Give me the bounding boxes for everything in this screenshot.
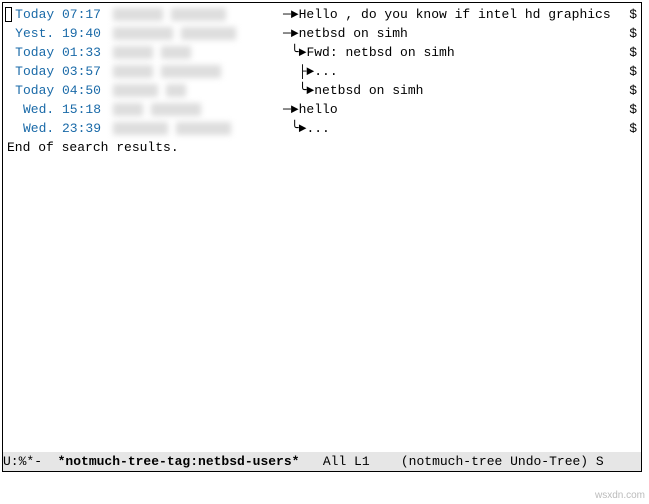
overflow-indicator: $ <box>629 62 637 81</box>
message-row[interactable]: Wed. 15:18 ─► hello $ <box>3 100 641 119</box>
author <box>113 119 283 138</box>
overflow-indicator: $ <box>629 43 637 62</box>
datetime: Yest. 19:40 <box>3 24 113 43</box>
thread-tree: ├► <box>283 62 314 81</box>
subject: ... <box>306 119 641 138</box>
overflow-indicator: $ <box>629 81 637 100</box>
author <box>113 81 283 100</box>
subject: Fwd: netbsd on simh <box>306 43 641 62</box>
message-row[interactable]: Today 04:50 ╰► netbsd on simh $ <box>3 81 641 100</box>
modeline-position: All L1 <box>299 454 400 469</box>
thread-tree: ─► <box>283 5 299 24</box>
point-cursor <box>5 7 12 22</box>
mode-line[interactable]: U:%*- *notmuch-tree-tag:netbsd-users* Al… <box>3 452 641 471</box>
datetime: Today 04:50 <box>3 81 113 100</box>
watermark: wsxdn.com <box>595 490 645 501</box>
overflow-indicator: $ <box>629 100 637 119</box>
message-row[interactable]: Yest. 19:40 ─► netbsd on simh $ <box>3 24 641 43</box>
end-of-results: End of search results. <box>3 138 641 157</box>
thread-tree: ╰► <box>283 43 306 62</box>
overflow-indicator: $ <box>629 24 637 43</box>
message-row[interactable]: Wed. 23:39 ╰► ... $ <box>3 119 641 138</box>
subject: netbsd on simh <box>299 24 641 43</box>
subject: hello <box>299 100 641 119</box>
author <box>113 100 283 119</box>
message-row[interactable]: Today 01:33 ╰► Fwd: netbsd on simh $ <box>3 43 641 62</box>
overflow-indicator: $ <box>629 5 637 24</box>
subject: netbsd on simh <box>314 81 641 100</box>
thread-tree: ╰► <box>283 81 314 100</box>
modeline-status: U:%*- <box>3 454 58 469</box>
subject: Hello , do you know if intel hd graphics <box>299 5 641 24</box>
message-row[interactable]: Today 03:57 ├► ... $ <box>3 62 641 81</box>
thread-tree: ╰► <box>283 119 306 138</box>
author <box>113 24 283 43</box>
modeline-modes: (notmuch-tree Undo-Tree) S <box>401 454 604 469</box>
author <box>113 5 283 24</box>
buffer-name: *notmuch-tree-tag:netbsd-users* <box>58 454 300 469</box>
subject: ... <box>314 62 641 81</box>
overflow-indicator: $ <box>629 119 637 138</box>
thread-tree: ─► <box>283 24 299 43</box>
datetime: Today 03:57 <box>3 62 113 81</box>
datetime: Wed. 23:39 <box>3 119 113 138</box>
author <box>113 43 283 62</box>
message-list[interactable]: Today 07:17 ─► Hello , do you know if in… <box>3 3 641 451</box>
message-row[interactable]: Today 07:17 ─► Hello , do you know if in… <box>3 5 641 24</box>
emacs-window: Today 07:17 ─► Hello , do you know if in… <box>2 2 642 472</box>
datetime: Today 01:33 <box>3 43 113 62</box>
datetime: Today 07:17 <box>3 5 113 24</box>
author <box>113 62 283 81</box>
thread-tree: ─► <box>283 100 299 119</box>
datetime: Wed. 15:18 <box>3 100 113 119</box>
